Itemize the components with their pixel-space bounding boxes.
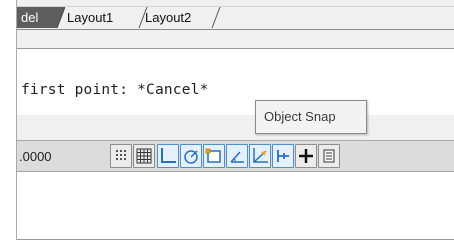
lineweight-icon <box>299 149 313 163</box>
blank-panel <box>17 172 454 240</box>
dynamic-ucs-icon <box>253 148 268 163</box>
status-bar: .0000 <box>17 140 454 172</box>
object-snap-icon <box>205 148 221 163</box>
dynamic-ucs-button[interactable] <box>249 144 271 168</box>
3d-object-snap-button[interactable] <box>226 144 248 168</box>
tab-layout2-label: Layout2 <box>145 10 192 25</box>
tab-model[interactable]: del <box>17 7 57 28</box>
infer-constraints-icon <box>116 150 126 160</box>
command-history[interactable]: first point: *Cancel* <box>17 48 454 115</box>
object-snap-button[interactable] <box>203 144 225 168</box>
quick-properties-button[interactable] <box>318 144 340 168</box>
tab-divider <box>55 7 65 28</box>
dynamic-input-button[interactable] <box>272 144 294 168</box>
3d-object-snap-icon <box>230 151 244 163</box>
quick-properties-icon <box>323 149 335 163</box>
object-snap-tooltip: Object Snap <box>255 100 367 134</box>
tab-layout1-label: Layout1 <box>67 10 114 25</box>
command-history-text: first point: *Cancel* <box>21 82 209 98</box>
grid-display-button[interactable] <box>133 144 155 168</box>
coordinate-display[interactable]: .0000 <box>17 142 109 170</box>
dynamic-input-icon <box>277 150 289 162</box>
coordinate-readout: .0000 <box>19 149 52 164</box>
tooltip-text: Object Snap <box>264 109 336 124</box>
infer-constraints-button[interactable] <box>110 144 132 168</box>
polar-tracking-button[interactable] <box>180 144 202 168</box>
ortho-mode-button[interactable] <box>157 144 179 168</box>
grid-display-icon <box>136 148 152 164</box>
polar-tracking-icon <box>184 150 198 164</box>
lineweight-button[interactable] <box>295 144 317 168</box>
autocad-window: del Layout1 Layout2 first point: *Cancel… <box>16 0 454 240</box>
ortho-mode-icon <box>161 148 176 163</box>
layout-tabs-strip: del Layout1 Layout2 <box>17 6 454 30</box>
tab-divider <box>211 7 221 28</box>
tab-model-label: del <box>21 10 39 25</box>
